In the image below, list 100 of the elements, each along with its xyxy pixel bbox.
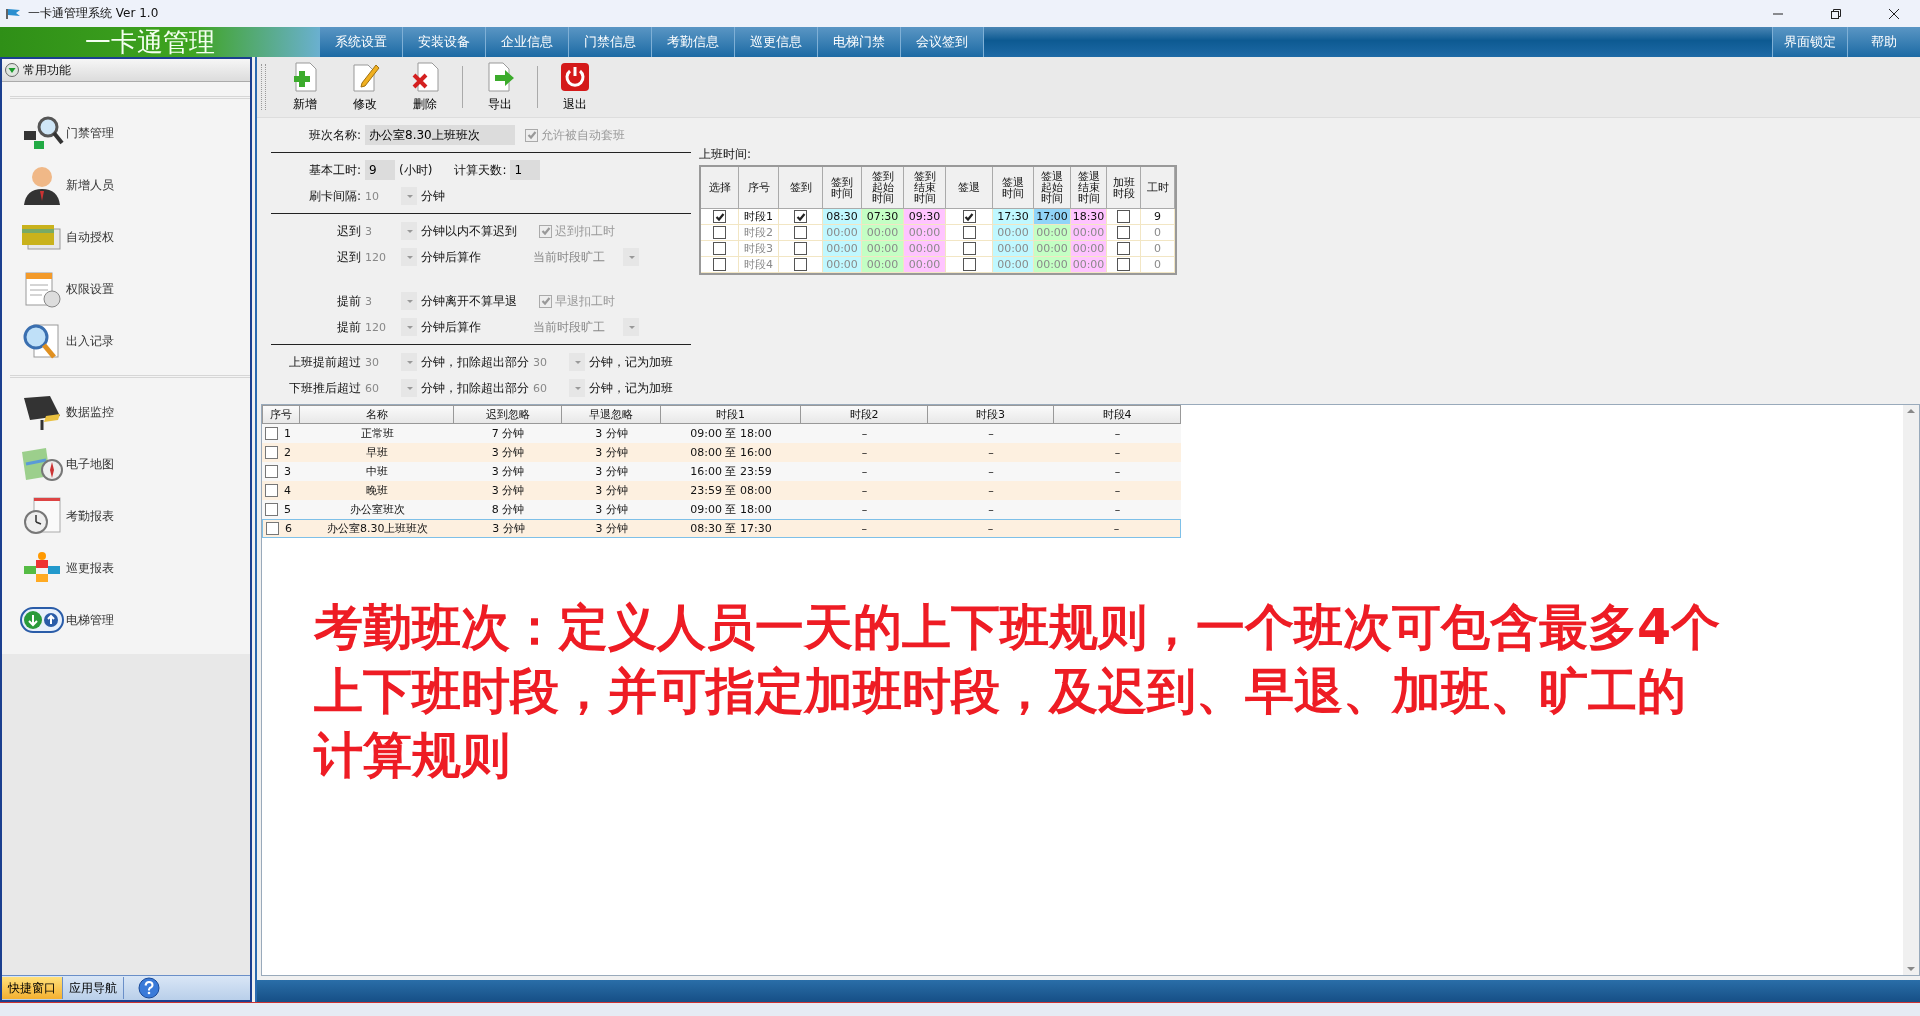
checkbox[interactable] xyxy=(794,210,807,223)
help-icon[interactable] xyxy=(138,977,160,999)
unit-label: (小时) xyxy=(399,161,433,179)
sidebar-item[interactable]: 新增人员 xyxy=(20,159,200,211)
time-cell[interactable]: 17:30 xyxy=(993,209,1034,225)
table-row[interactable]: 2 早班 3 分钟 3 分钟 08:00 至 16:00 – – – xyxy=(262,443,1181,462)
field-label: 计算天数: xyxy=(454,161,507,179)
scroll-down-icon[interactable] xyxy=(1907,967,1915,971)
sidebar-item[interactable]: 巡更报表 xyxy=(20,542,200,594)
caret-icon xyxy=(575,386,581,390)
checkbox[interactable] xyxy=(794,226,807,239)
column-header[interactable]: 时段1 xyxy=(661,405,801,424)
checkbox[interactable] xyxy=(794,258,807,271)
checkbox[interactable] xyxy=(265,465,278,478)
table-row[interactable]: 4 晚班 3 分钟 3 分钟 23:59 至 08:00 – – – xyxy=(262,481,1181,500)
time-cell[interactable]: 18:30 xyxy=(1071,209,1107,225)
checkbox[interactable] xyxy=(266,522,279,535)
checkbox[interactable] xyxy=(713,242,726,255)
sidebar-item[interactable]: 自动授权 xyxy=(20,211,200,263)
sidebar-item[interactable]: 电子地图 xyxy=(20,438,200,490)
rule-text: 分钟后算作 xyxy=(421,248,482,266)
sidebar-title: 常用功能 xyxy=(23,61,71,79)
time-cell[interactable]: 09:30 xyxy=(904,209,946,225)
checkbox[interactable] xyxy=(962,258,976,271)
menu-item[interactable]: 企业信息 xyxy=(486,27,569,57)
table-row[interactable]: 6 办公室8.30上班班次 3 分钟 3 分钟 08:30 至 17:30 – – – xyxy=(262,519,1181,538)
checkbox[interactable] xyxy=(1117,242,1130,255)
table-row[interactable]: 5 办公室班次 8 分钟 3 分钟 09:00 至 18:00 – – – xyxy=(262,500,1181,519)
shift-name-field[interactable]: 办公室8.30上班班次 xyxy=(365,125,515,145)
column-header[interactable]: 时段2 xyxy=(801,405,928,424)
column-header: 签退时间 xyxy=(1002,176,1024,199)
checkbox[interactable] xyxy=(265,427,278,440)
sidebar-header[interactable]: 常用功能 xyxy=(2,59,250,82)
unit-label: 分钟 xyxy=(421,187,445,205)
table-cell: 3 分钟 xyxy=(491,464,525,479)
sidebar-item[interactable]: 出入记录 xyxy=(20,315,200,367)
restore-icon[interactable] xyxy=(1830,7,1842,20)
column-header[interactable]: 时段4 xyxy=(1054,405,1181,424)
column-header[interactable]: 早退忽略 xyxy=(562,405,661,424)
sidebar-tab[interactable]: 应用导航 xyxy=(63,977,124,999)
sidebar-item[interactable]: 权限设置 xyxy=(20,263,200,315)
table-row[interactable]: 1 正常班 7 分钟 3 分钟 09:00 至 18:00 – – – xyxy=(262,424,1181,443)
column-header: 签退结束时间 xyxy=(1077,171,1100,204)
checkbox[interactable] xyxy=(962,210,976,223)
sidebar-item[interactable]: 电梯管理 xyxy=(20,594,200,646)
toolbar-button[interactable]: 退出 xyxy=(546,59,604,115)
scroll-up-icon[interactable] xyxy=(1907,409,1915,413)
column-header[interactable]: 名称 xyxy=(300,405,454,424)
menu-item[interactable]: 帮助 xyxy=(1847,27,1920,57)
menu-item[interactable]: 会议签到 xyxy=(901,27,984,57)
checkbox[interactable] xyxy=(713,226,726,239)
checkbox[interactable] xyxy=(1117,226,1130,239)
table-cell: – xyxy=(988,484,994,497)
time-cell[interactable]: 08:30 xyxy=(823,209,862,225)
menu-item[interactable]: 电梯门禁 xyxy=(818,27,901,57)
hours-field[interactable]: 9 xyxy=(365,160,395,180)
rule-text: 分钟，记为加班 xyxy=(589,353,673,371)
sidebar-item[interactable]: 门禁管理 xyxy=(20,107,200,159)
menu-item[interactable]: 门禁信息 xyxy=(569,27,652,57)
checkbox[interactable] xyxy=(265,484,278,497)
close-icon[interactable] xyxy=(1888,7,1900,20)
toolbar-button[interactable]: 新增 xyxy=(276,59,334,115)
column-header[interactable]: 迟到忽略 xyxy=(454,405,562,424)
table-row[interactable]: 3 中班 3 分钟 3 分钟 16:00 至 23:59 – – – xyxy=(262,462,1181,481)
column-header[interactable]: 时段3 xyxy=(928,405,1054,424)
time-cell[interactable]: 17:00 xyxy=(1034,209,1071,225)
scrollbar[interactable] xyxy=(1903,405,1919,975)
menu-item[interactable]: 安装设备 xyxy=(403,27,486,57)
checkbox[interactable] xyxy=(962,226,976,239)
table-cell: 4 xyxy=(284,484,291,497)
menu-item[interactable]: 巡更信息 xyxy=(735,27,818,57)
checkbox[interactable] xyxy=(1117,210,1130,223)
checkbox[interactable] xyxy=(525,128,538,142)
checkbox[interactable] xyxy=(265,503,278,516)
toolbar-button[interactable]: 删除 xyxy=(396,59,454,115)
column-header[interactable]: 序号 xyxy=(262,405,300,424)
menu-item[interactable]: 系统设置 xyxy=(320,27,403,57)
sidebar-item[interactable]: 数据监控 xyxy=(20,386,200,438)
toolbar-button[interactable]: 修改 xyxy=(336,59,394,115)
checkbox[interactable] xyxy=(794,242,807,255)
table-cell: – xyxy=(861,446,868,459)
table-cell: 5 xyxy=(284,503,291,516)
sidebar-tab[interactable]: 快捷窗口 xyxy=(2,977,63,999)
field-label: 迟到 xyxy=(336,248,361,266)
time-cell[interactable]: 07:30 xyxy=(862,209,904,225)
annotation-text: 考勤班次：定义人员一天的上下班规则，一个班次可包含最多4个上下班时段，并可指定加班时段，及迟到、早退、加班、旷工的计算规则 xyxy=(314,598,1722,786)
checkbox[interactable] xyxy=(539,294,552,308)
days-field[interactable]: 1 xyxy=(510,160,541,180)
menu-item[interactable]: 界面锁定 xyxy=(1772,27,1847,57)
checkbox[interactable] xyxy=(265,446,278,459)
checkbox[interactable] xyxy=(1117,258,1130,271)
checkbox[interactable] xyxy=(713,210,726,223)
export-icon xyxy=(485,61,515,93)
toolbar-button[interactable]: 导出 xyxy=(471,59,529,115)
menu-item[interactable]: 考勤信息 xyxy=(652,27,735,57)
checkbox[interactable] xyxy=(539,224,552,238)
checkbox[interactable] xyxy=(962,242,976,255)
sidebar-item[interactable]: 考勤报表 xyxy=(20,490,200,542)
checkbox[interactable] xyxy=(713,258,726,271)
collapse-icon[interactable] xyxy=(5,63,19,77)
